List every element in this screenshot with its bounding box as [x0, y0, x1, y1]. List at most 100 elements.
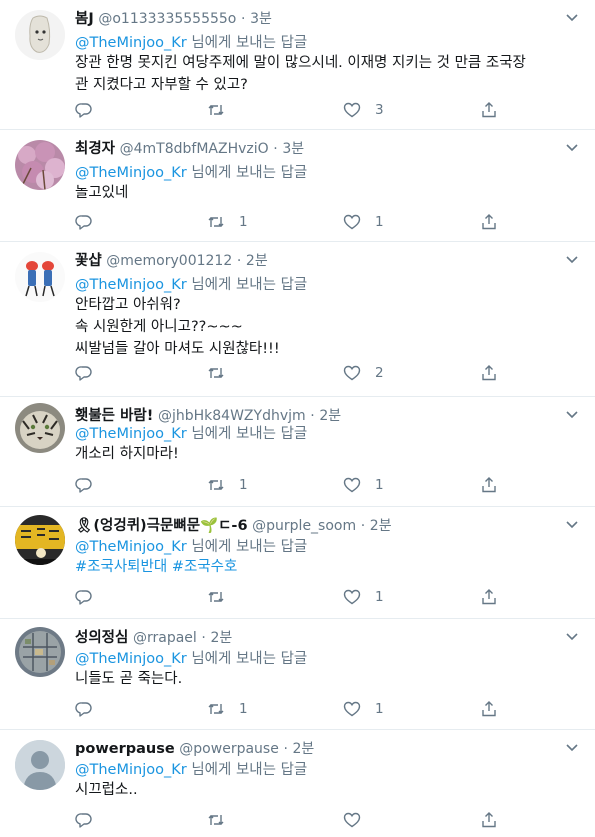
share-button[interactable] [480, 475, 498, 495]
display-name[interactable]: 꽃샵 [75, 253, 102, 269]
display-name[interactable]: 최경자 [75, 141, 115, 157]
user-handle[interactable]: @4mT8dbfMAZHvziO [120, 141, 269, 157]
tweet-header: 성의정심 @rrapael · 2분 [75, 627, 555, 649]
tweet-text-line: 니들도 곧 죽는다. [75, 671, 183, 687]
user-handle[interactable]: @powerpause [179, 741, 279, 757]
timestamp[interactable]: 3분 [250, 11, 272, 27]
share-icon [482, 812, 496, 828]
tweet-header: 최경자 @4mT8dbfMAZHvziO · 3분 [75, 138, 555, 160]
tweet[interactable]: powerpause @powerpause · 2분 @TheMinjoo_K… [0, 730, 595, 837]
avatar[interactable] [15, 10, 65, 60]
share-icon [482, 701, 496, 717]
tweet[interactable]: 횃불든 바람! @jhbHk84WZYdhvjm · 2분 @TheMinjoo… [0, 397, 595, 507]
tweet[interactable]: 꽃샵 @memory001212 · 2분 @TheMinjoo_Kr 님에게 … [0, 242, 595, 397]
like-button[interactable]: 1 [343, 699, 384, 719]
user-handle[interactable]: @rrapael [133, 630, 197, 646]
hashtag-link[interactable]: #조국사퇴반대 [75, 559, 167, 575]
reply-button[interactable] [75, 810, 93, 830]
mention-link[interactable]: @TheMinjoo_Kr [75, 762, 187, 778]
retweet-count: 1 [239, 214, 248, 230]
retweet-button[interactable] [207, 810, 239, 830]
display-name[interactable]: powerpause [75, 741, 175, 757]
share-button[interactable] [480, 100, 498, 120]
avatar[interactable] [15, 252, 65, 302]
avatar[interactable] [15, 140, 65, 190]
tweet-text: 놀고있네 [75, 182, 580, 204]
like-button[interactable]: 3 [343, 100, 384, 120]
chevron-down-icon[interactable] [564, 406, 580, 422]
user-handle[interactable]: @jhbHk84WZYdhvjm [158, 408, 306, 424]
like-button[interactable]: 1 [343, 587, 384, 607]
mention-link[interactable]: @TheMinjoo_Kr [75, 165, 187, 181]
timestamp[interactable]: 3분 [282, 141, 304, 157]
timestamp[interactable]: 2분 [370, 518, 392, 534]
reply-icon [75, 478, 92, 493]
user-handle[interactable]: @o113333555555o [98, 11, 236, 27]
timestamp[interactable]: 2분 [210, 630, 232, 646]
avatar[interactable] [15, 627, 65, 677]
retweet-button[interactable]: 1 [207, 475, 248, 495]
like-button[interactable]: 2 [343, 363, 384, 383]
retweet-icon [208, 480, 224, 490]
retweet-button[interactable] [207, 363, 239, 383]
tweet[interactable]: 최경자 @4mT8dbfMAZHvziO · 3분 @TheMinjoo_Kr … [0, 130, 595, 242]
retweet-count: 1 [239, 701, 248, 717]
chevron-down-icon[interactable] [564, 139, 580, 155]
display-name[interactable]: 봄J [75, 11, 94, 27]
tweet-text-line: 속 시원한게 아니고??~~~ [75, 319, 243, 335]
tweet[interactable]: 성의정심 @rrapael · 2분 @TheMinjoo_Kr 님에게 보내는… [0, 619, 595, 730]
replying-label: 님에게 보내는 답글 [191, 539, 308, 555]
share-button[interactable] [480, 212, 498, 232]
reply-button[interactable] [75, 363, 93, 383]
heart-icon [343, 477, 361, 493]
tweet[interactable]: 봄J @o113333555555o · 3분 @TheMinjoo_Kr 님에… [0, 0, 595, 130]
chevron-down-icon[interactable] [564, 739, 580, 755]
user-handle[interactable]: @purple_soom [252, 518, 356, 534]
like-button[interactable]: 1 [343, 212, 384, 232]
timestamp[interactable]: 2분 [319, 408, 341, 424]
avatar[interactable] [15, 403, 65, 453]
reply-button[interactable] [75, 212, 93, 232]
chevron-down-icon[interactable] [564, 9, 580, 25]
share-button[interactable] [480, 363, 498, 383]
tweet[interactable]: 🎗(엉겅퀴)극문뼈문🌱ㄷ-6 @purple_soom · 2분 @TheMin… [0, 507, 595, 619]
retweet-icon [208, 105, 224, 115]
replying-to: @TheMinjoo_Kr 님에게 보내는 답글 [75, 648, 307, 670]
chevron-down-icon[interactable] [564, 516, 580, 532]
retweet-button[interactable] [207, 100, 239, 120]
avatar[interactable] [15, 515, 65, 565]
display-name[interactable]: 성의정심 [75, 630, 128, 646]
share-button[interactable] [480, 699, 498, 719]
display-name[interactable]: 🎗(엉겅퀴)극문뼈문🌱ㄷ-6 [75, 518, 248, 534]
retweet-count: 1 [239, 477, 248, 493]
avatar[interactable] [15, 740, 65, 790]
reply-button[interactable] [75, 475, 93, 495]
reply-button[interactable] [75, 587, 93, 607]
share-icon [482, 214, 496, 230]
reply-button[interactable] [75, 699, 93, 719]
chevron-down-icon[interactable] [564, 628, 580, 644]
share-button[interactable] [480, 587, 498, 607]
timestamp[interactable]: 2분 [246, 253, 268, 269]
replying-label: 님에게 보내는 답글 [191, 762, 308, 778]
mention-link[interactable]: @TheMinjoo_Kr [75, 426, 187, 442]
replying-label: 님에게 보내는 답글 [191, 165, 308, 181]
timestamp[interactable]: 2분 [293, 741, 315, 757]
display-name[interactable]: 횃불든 바람! [75, 408, 153, 424]
mention-link[interactable]: @TheMinjoo_Kr [75, 651, 187, 667]
like-button[interactable] [343, 810, 375, 830]
like-button[interactable]: 1 [343, 475, 384, 495]
retweet-button[interactable] [207, 587, 239, 607]
hashtag-link[interactable]: #조국수호 [172, 559, 238, 575]
share-button[interactable] [480, 810, 498, 830]
mention-link[interactable]: @TheMinjoo_Kr [75, 277, 187, 293]
retweet-button[interactable]: 1 [207, 212, 248, 232]
tweet-text-line: 씨발넘들 갈아 마셔도 시원찮타!!! [75, 341, 280, 357]
mention-link[interactable]: @TheMinjoo_Kr [75, 539, 187, 555]
retweet-button[interactable]: 1 [207, 699, 248, 719]
reply-button[interactable] [75, 100, 93, 120]
mention-link[interactable]: @TheMinjoo_Kr [75, 35, 187, 51]
user-handle[interactable]: @memory001212 [106, 253, 232, 269]
chevron-down-icon[interactable] [564, 251, 580, 267]
replying-label: 님에게 보내는 답글 [191, 277, 308, 293]
